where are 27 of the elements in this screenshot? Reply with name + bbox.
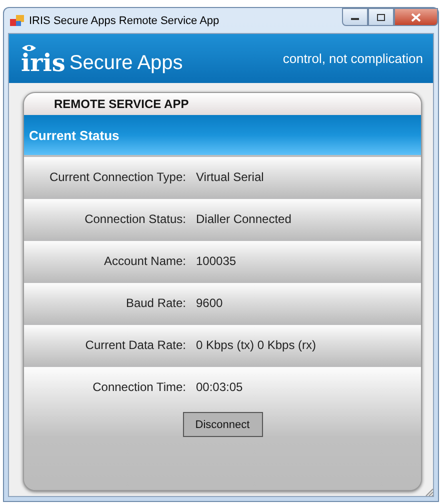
field-label: Current Connection Type: bbox=[48, 170, 187, 184]
field-value: 9600 bbox=[196, 296, 223, 310]
maximize-button[interactable] bbox=[368, 8, 394, 26]
maximize-icon bbox=[376, 12, 386, 22]
close-button[interactable] bbox=[394, 8, 438, 26]
eye-icon bbox=[21, 44, 37, 52]
field-value: 100035 bbox=[196, 254, 236, 268]
field-label: Connection Status: bbox=[84, 212, 187, 226]
logo-text: iris bbox=[21, 52, 66, 74]
field-value: 00:03:05 bbox=[196, 380, 243, 394]
field-label: Connection Time: bbox=[92, 380, 187, 394]
section-header: Current Status bbox=[24, 115, 421, 155]
field-label: Baud Rate: bbox=[124, 296, 187, 310]
field-value: Virtual Serial bbox=[196, 170, 264, 184]
panel-title: REMOTE SERVICE APP bbox=[24, 93, 421, 115]
brand-name: Secure Apps bbox=[69, 52, 183, 74]
close-icon bbox=[411, 12, 421, 22]
window-title: IRIS Secure Apps Remote Service App bbox=[29, 14, 220, 26]
tagline: control, not complication bbox=[282, 51, 423, 66]
disconnect-button[interactable]: Disconnect bbox=[182, 412, 262, 437]
field-value: 0 Kbps (tx) 0 Kbps (rx) bbox=[196, 338, 316, 352]
field-value: Dialler Connected bbox=[196, 212, 292, 226]
resize-grip-icon bbox=[424, 487, 434, 497]
minimize-button[interactable] bbox=[342, 8, 368, 26]
app-icon bbox=[10, 14, 24, 26]
field-label: Account Name: bbox=[102, 254, 187, 268]
field-label: Current Data Rate: bbox=[84, 338, 187, 352]
